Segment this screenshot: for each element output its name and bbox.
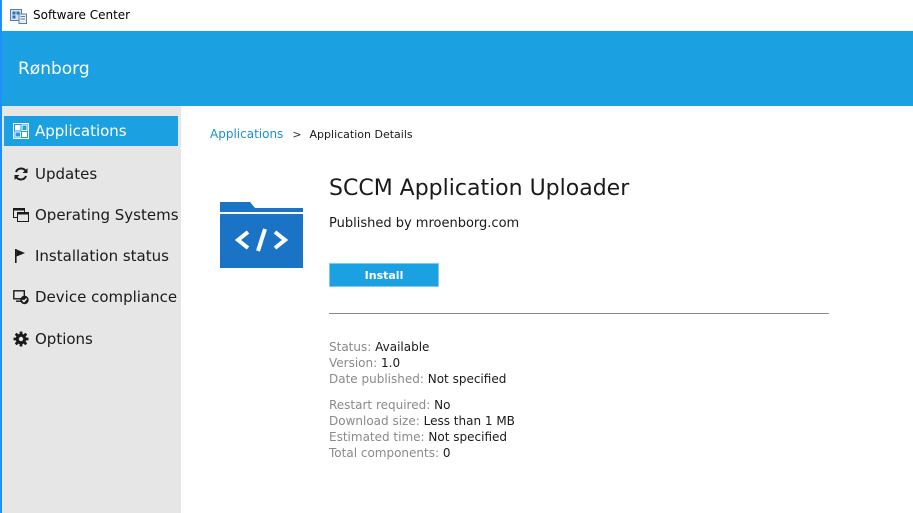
detail-value: Not specified [428, 430, 508, 444]
sidebar-item-options[interactable]: Options [4, 324, 178, 354]
app-publisher: Published by mroenborg.com [329, 216, 520, 231]
device-compliance-icon [13, 289, 29, 305]
sidebar-item-label: Device compliance [35, 288, 178, 306]
refresh-icon [13, 166, 29, 182]
detail-value: Less than 1 MB [423, 414, 515, 428]
sidebar: Applications Updates Operating Systems I… [2, 106, 181, 513]
sidebar-item-label: Installation status [35, 247, 169, 265]
detail-key: Status: [329, 340, 372, 354]
app-title: SCCM Application Uploader [329, 176, 630, 201]
divider [329, 313, 829, 314]
breadcrumb: Applications > Application Details [210, 127, 413, 141]
details-group-1: Status: Available Version: 1.0 Date publ… [329, 339, 506, 387]
org-name: Rønborg [18, 59, 90, 79]
folder-code-icon [220, 202, 303, 268]
detail-key: Download size: [329, 414, 420, 428]
detail-key: Date published: [329, 372, 424, 386]
detail-value: Not specified [427, 372, 507, 386]
detail-key: Estimated time: [329, 430, 425, 444]
breadcrumb-current: Application Details [309, 127, 413, 141]
detail-row-status: Status: Available [329, 339, 506, 355]
sidebar-item-updates[interactable]: Updates [4, 159, 178, 189]
org-header: Rønborg [2, 31, 913, 106]
detail-row-total-components: Total components: 0 [329, 445, 515, 461]
gear-icon [13, 331, 29, 347]
sidebar-item-label: Updates [35, 165, 98, 183]
install-button[interactable]: Install [329, 263, 439, 287]
software-center-icon [10, 9, 27, 24]
windows-stack-icon [13, 207, 29, 223]
detail-key: Version: [329, 356, 378, 370]
detail-row-download-size: Download size: Less than 1 MB [329, 413, 515, 429]
detail-value: No [434, 398, 451, 412]
sidebar-item-device-compliance[interactable]: Device compliance [4, 282, 178, 312]
sidebar-item-operating-systems[interactable]: Operating Systems [4, 200, 179, 230]
chevron-right-icon: > [292, 127, 302, 141]
detail-key: Total components: [329, 446, 440, 460]
applications-grid-icon [13, 123, 29, 139]
detail-row-restart-required: Restart required: No [329, 397, 515, 413]
detail-row-estimated-time: Estimated time: Not specified [329, 429, 515, 445]
window-title: Software Center [33, 8, 131, 22]
sidebar-item-label: Options [35, 330, 93, 348]
flag-icon [13, 248, 29, 264]
sidebar-item-label: Operating Systems [35, 206, 179, 224]
sidebar-item-installation-status[interactable]: Installation status [4, 241, 178, 271]
detail-key: Restart required: [329, 398, 431, 412]
breadcrumb-applications-link[interactable]: Applications [210, 127, 283, 141]
details-group-2: Restart required: No Download size: Less… [329, 397, 515, 461]
detail-row-version: Version: 1.0 [329, 355, 506, 371]
sidebar-item-label: Applications [35, 122, 127, 140]
detail-row-date-published: Date published: Not specified [329, 371, 506, 387]
detail-value: Available [375, 340, 430, 354]
sidebar-item-applications[interactable]: Applications [4, 116, 178, 146]
title-bar: Software Center [2, 0, 913, 31]
detail-value: 0 [442, 446, 451, 460]
detail-value: 1.0 [381, 356, 401, 370]
